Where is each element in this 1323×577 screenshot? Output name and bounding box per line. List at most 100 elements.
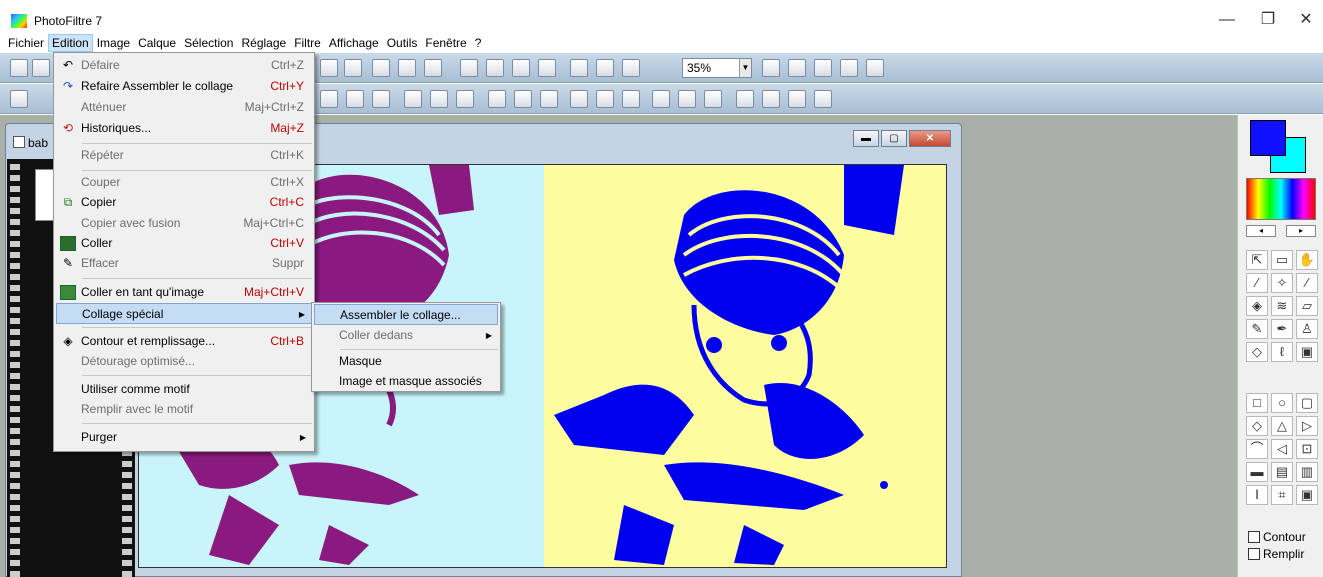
- contour-checkbox[interactable]: Contour: [1248, 530, 1306, 544]
- chevron-down-icon[interactable]: ▼: [739, 59, 751, 77]
- menu-fichier[interactable]: Fichier: [4, 34, 48, 52]
- menu-item-copy[interactable]: ⧉ Copier Ctrl+C: [56, 192, 312, 213]
- brightness-icon[interactable]: [488, 90, 506, 108]
- menu-filtre[interactable]: Filtre: [290, 34, 325, 52]
- rectangle-icon[interactable]: □: [1246, 393, 1268, 413]
- checkbox-box[interactable]: [1248, 531, 1260, 543]
- crop-icon[interactable]: [460, 59, 478, 77]
- menu-item-contour-fill[interactable]: ◈ Contour et remplissage... Ctrl+B: [56, 331, 312, 352]
- menu-reglage[interactable]: Réglage: [237, 34, 290, 52]
- rotate-icon[interactable]: [762, 90, 780, 108]
- select-icon[interactable]: ▭: [1271, 250, 1293, 270]
- menu-item-repeat[interactable]: Répéter Ctrl+K: [56, 145, 312, 166]
- menu-item-paste-as-image[interactable]: Coller en tant qu'image Maj+Ctrl+V: [56, 282, 312, 303]
- diamond-icon[interactable]: ◇: [1246, 416, 1268, 436]
- transform-icon[interactable]: [424, 59, 442, 77]
- frame-red-icon[interactable]: [652, 90, 670, 108]
- blur-icon[interactable]: ◇: [1246, 342, 1268, 362]
- menu-item-redo[interactable]: ↷ Refaire Assembler le collage Ctrl+Y: [56, 76, 312, 97]
- bar-icon[interactable]: ▬: [1246, 462, 1268, 482]
- window-icon[interactable]: [622, 59, 640, 77]
- fit-icon[interactable]: [814, 59, 832, 77]
- adjust-icon[interactable]: [320, 90, 338, 108]
- lasso-icon[interactable]: ⌒: [1246, 439, 1268, 459]
- pen-icon[interactable]: ✒: [1271, 319, 1293, 339]
- menu-item-cut[interactable]: Couper Ctrl+X: [56, 172, 312, 193]
- menu-help[interactable]: ?: [471, 34, 486, 52]
- mirror-icon[interactable]: [736, 90, 754, 108]
- menu-item-undo[interactable]: ↶ Défaire Ctrl+Z: [56, 55, 312, 76]
- pointer-icon[interactable]: ⇱: [1246, 250, 1268, 270]
- open-file-icon[interactable]: [32, 59, 50, 77]
- rounded-rect-icon[interactable]: ▢: [1296, 393, 1318, 413]
- menu-item-purger[interactable]: Purger ▶: [56, 427, 312, 448]
- ratio-32-icon[interactable]: ▥: [1296, 462, 1318, 482]
- line-icon[interactable]: ∕: [1296, 273, 1318, 293]
- submenu-item-image-masque[interactable]: Image et masque associés: [314, 371, 498, 392]
- mosaic-color-icon[interactable]: [456, 90, 474, 108]
- crop-frame-icon[interactable]: ⌗: [1271, 485, 1293, 505]
- mosaic-dark-icon[interactable]: [430, 90, 448, 108]
- actual-size-icon[interactable]: [840, 59, 858, 77]
- menu-item-fill-pattern[interactable]: Remplir avec le motif: [56, 399, 312, 420]
- open-shape-icon[interactable]: ⊡: [1296, 439, 1318, 459]
- menu-image[interactable]: Image: [93, 34, 134, 52]
- menu-fenetre[interactable]: Fenêtre: [421, 34, 470, 52]
- palette-left-button[interactable]: ◂: [1246, 225, 1276, 237]
- menu-edition[interactable]: Edition: [48, 34, 93, 52]
- menu-item-history[interactable]: ⟲ Historiques... Maj+Z: [56, 118, 312, 139]
- magic-wand-icon[interactable]: ✧: [1271, 273, 1293, 293]
- submenu-item-masque[interactable]: Masque: [314, 351, 498, 372]
- smudge-icon[interactable]: ℓ: [1271, 342, 1293, 362]
- window-frame-icon[interactable]: ▣: [1296, 485, 1318, 505]
- maximize-button[interactable]: ❐: [1248, 8, 1288, 32]
- flip-icon[interactable]: [704, 90, 722, 108]
- layers-icon[interactable]: [570, 59, 588, 77]
- doc-close-button[interactable]: ✕: [909, 130, 951, 147]
- ellipse-icon[interactable]: ○: [1271, 393, 1293, 413]
- triangle-icon[interactable]: △: [1271, 416, 1293, 436]
- foreground-color-swatch[interactable]: [1250, 120, 1286, 156]
- fill-icon[interactable]: ◈: [1246, 296, 1268, 316]
- auto-contrast-icon[interactable]: [372, 90, 390, 108]
- star-icon[interactable]: [596, 59, 614, 77]
- menu-calque[interactable]: Calque: [134, 34, 180, 52]
- submenu-item-coller-dedans[interactable]: Coller dedans ▶: [314, 325, 498, 346]
- eyedropper-icon[interactable]: ⁄: [1246, 273, 1268, 293]
- doc-maximize-button[interactable]: ▢: [881, 130, 907, 147]
- triangle-right-icon[interactable]: ▷: [1296, 416, 1318, 436]
- menu-item-copy-merged[interactable]: Copier avec fusion Maj+Ctrl+C: [56, 213, 312, 234]
- menu-affichage[interactable]: Affichage: [325, 34, 383, 52]
- mosaic-icon[interactable]: [404, 90, 422, 108]
- menu-item-erase[interactable]: ✎ Effacer Suppr: [56, 253, 312, 274]
- menu-outils[interactable]: Outils: [383, 34, 422, 52]
- text-icon[interactable]: [538, 59, 556, 77]
- filter-icon[interactable]: [10, 90, 28, 108]
- menu-item-paste[interactable]: Coller Ctrl+V: [56, 233, 312, 254]
- text-box-icon[interactable]: Ⅰ: [1246, 485, 1268, 505]
- close-button[interactable]: ✕: [1286, 8, 1323, 32]
- ratio-43-icon[interactable]: ▤: [1271, 462, 1293, 482]
- color-palette[interactable]: [1246, 178, 1316, 220]
- frame-icon[interactable]: [372, 59, 390, 77]
- auto-levels-icon[interactable]: [346, 90, 364, 108]
- menu-item-collage-special[interactable]: Collage spécial ▶: [56, 303, 312, 324]
- submenu-item-assembler[interactable]: Assembler le collage...: [314, 304, 498, 325]
- transform-3d-icon[interactable]: [788, 90, 806, 108]
- remplir-checkbox[interactable]: Remplir: [1248, 547, 1304, 561]
- doc-minimize-button[interactable]: ▬: [853, 130, 879, 147]
- triangle-icon[interactable]: [596, 90, 614, 108]
- triangle-dark-icon[interactable]: [622, 90, 640, 108]
- frame-blue-icon[interactable]: [678, 90, 696, 108]
- selection-icon[interactable]: [512, 59, 530, 77]
- minimize-button[interactable]: —: [1207, 8, 1247, 32]
- stamp-icon[interactable]: ♙: [1296, 319, 1318, 339]
- zoom-in-icon[interactable]: [762, 59, 780, 77]
- menu-item-attenuer[interactable]: Atténuer Maj+Ctrl+Z: [56, 97, 312, 118]
- palette-right-button[interactable]: ▸: [1286, 225, 1316, 237]
- grid-icon[interactable]: [398, 59, 416, 77]
- menu-selection[interactable]: Sélection: [180, 34, 237, 52]
- resize-icon[interactable]: [486, 59, 504, 77]
- menu-item-use-as-pattern[interactable]: Utiliser comme motif: [56, 379, 312, 400]
- drop-dark-icon[interactable]: [540, 90, 558, 108]
